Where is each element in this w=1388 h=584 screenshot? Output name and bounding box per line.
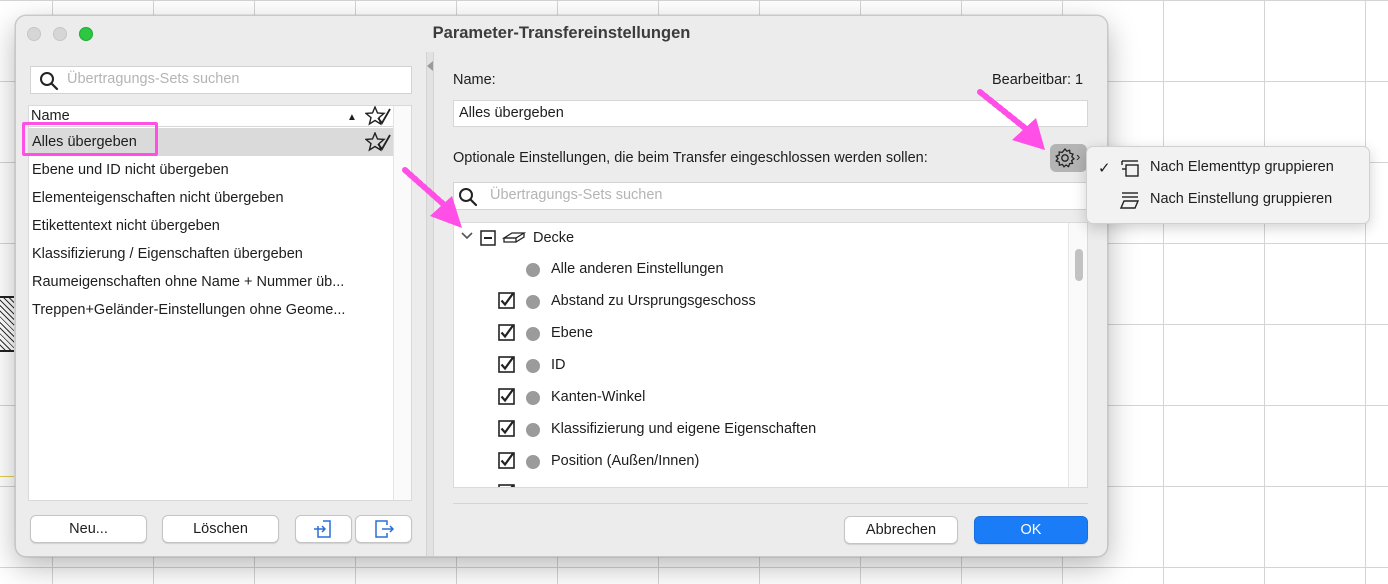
checked-checkbox-icon[interactable] bbox=[498, 484, 515, 488]
list-item-label: Klassifizierung / Eigenschaften übergebe… bbox=[32, 246, 303, 262]
search-icon bbox=[40, 72, 59, 91]
list-item-label: Raumeigenschaften ohne Name + Nummer üb.… bbox=[32, 274, 345, 290]
settings-search-input[interactable]: Übertragungs-Sets suchen bbox=[453, 182, 1088, 210]
list-item[interactable]: Klassifizierung / Eigenschaften übergebe… bbox=[29, 240, 393, 268]
new-set-button[interactable]: Neu... bbox=[30, 515, 147, 543]
list-scrollbar[interactable] bbox=[393, 106, 411, 500]
list-item-label: Etikettentext nicht übergeben bbox=[32, 218, 220, 234]
checked-checkbox-icon[interactable] bbox=[498, 388, 515, 405]
tree-item[interactable]: Position (Außen/Innen) bbox=[454, 446, 1066, 476]
status-dot bbox=[526, 327, 540, 341]
menu-item-label: Nach Elementtyp gruppieren bbox=[1150, 159, 1334, 175]
list-item-label: Elementeigenschaften nicht übergeben bbox=[32, 190, 284, 206]
chevron-right-icon: › bbox=[1076, 149, 1081, 164]
checkmark-icon: ✓ bbox=[1098, 160, 1111, 177]
checked-checkbox-icon[interactable] bbox=[498, 420, 515, 437]
cancel-button[interactable]: Abbrechen bbox=[844, 516, 958, 544]
list-item-label: Ebene und ID nicht übergeben bbox=[32, 162, 229, 178]
favorite-star-check-icon[interactable] bbox=[365, 132, 391, 152]
footer-divider bbox=[453, 503, 1088, 504]
collapse-arrow-icon[interactable] bbox=[427, 61, 433, 71]
slab-icon bbox=[502, 232, 526, 243]
list-item[interactable]: Etikettentext nicht übergeben bbox=[29, 212, 393, 240]
ok-button[interactable]: OK bbox=[974, 516, 1088, 544]
title-bar[interactable]: Parameter-Transfereinstellungen bbox=[16, 16, 1107, 52]
menu-item-group-by-setting[interactable]: Nach Einstellung gruppieren bbox=[1087, 185, 1371, 215]
search-placeholder: Übertragungs-Sets suchen bbox=[67, 71, 240, 87]
tree-item-label: ID bbox=[551, 357, 566, 373]
status-dot bbox=[526, 423, 540, 437]
transfer-settings-dialog: Parameter-Transfereinstellungen Übertrag… bbox=[15, 15, 1108, 557]
checked-checkbox-icon[interactable] bbox=[498, 324, 515, 341]
import-icon bbox=[313, 520, 331, 538]
list-item[interactable]: Elementeigenschaften nicht übergeben bbox=[29, 184, 393, 212]
status-dot bbox=[526, 391, 540, 405]
tree-item[interactable]: Klassifizierung und eigene Eigenschaften bbox=[454, 414, 1066, 444]
checked-checkbox-icon[interactable] bbox=[498, 292, 515, 309]
pane-splitter[interactable] bbox=[426, 52, 434, 556]
name-label: Name: bbox=[453, 72, 496, 88]
tree-item[interactable]: Kanten-Winkel bbox=[454, 382, 1066, 412]
favorite-star-check-icon[interactable] bbox=[365, 106, 391, 126]
tree-item-label: Abstand zu Ursprungsgeschoss bbox=[551, 293, 756, 309]
status-dot bbox=[526, 455, 540, 469]
status-dot bbox=[526, 295, 540, 309]
export-button[interactable] bbox=[355, 515, 412, 543]
chevron-down-icon[interactable] bbox=[460, 229, 474, 243]
sort-ascending-icon[interactable]: ▲ bbox=[347, 112, 357, 123]
element-type-group-icon bbox=[1121, 160, 1139, 177]
tree-item[interactable]: ID bbox=[454, 350, 1066, 380]
tree-item[interactable]: Abstand zu Ursprungsgeschoss bbox=[454, 286, 1066, 316]
grouping-options-button[interactable]: › bbox=[1050, 144, 1087, 172]
tree-item-partial[interactable] bbox=[454, 478, 1066, 488]
column-header-name[interactable]: Name bbox=[31, 108, 70, 124]
tree-item-label: Klassifizierung und eigene Eigenschaften bbox=[551, 421, 817, 437]
list-item[interactable]: Ebene und ID nicht übergeben bbox=[29, 156, 393, 184]
search-icon bbox=[459, 188, 478, 207]
transfer-sets-list: Name ▲ Alles übergeben Ebene und ID nich… bbox=[28, 105, 412, 501]
tree-scrollbar[interactable] bbox=[1068, 223, 1087, 487]
list-item-label: Alles übergeben bbox=[32, 134, 137, 150]
list-item[interactable]: Raumeigenschaften ohne Name + Nummer üb.… bbox=[29, 268, 393, 296]
status-dot bbox=[526, 487, 540, 488]
menu-item-group-by-element-type[interactable]: ✓ Nach Elementtyp gruppieren bbox=[1087, 153, 1371, 183]
editable-count-label: Bearbeitbar: 1 bbox=[992, 72, 1084, 88]
tree-item-label: Kanten-Winkel bbox=[551, 389, 646, 405]
tree-item-label: Ebene bbox=[551, 325, 593, 341]
settings-tree: Decke Alle anderen Einstellungen Abstand… bbox=[453, 222, 1088, 488]
list-item[interactable]: Treppen+Geländer-Einstellungen ohne Geom… bbox=[29, 296, 393, 324]
list-header: Name ▲ bbox=[29, 106, 393, 127]
grouping-menu: ✓ Nach Elementtyp gruppieren Nach Einste… bbox=[1086, 146, 1370, 224]
menu-item-label: Nach Einstellung gruppieren bbox=[1150, 191, 1333, 207]
window-title: Parameter-Transfereinstellungen bbox=[432, 24, 691, 42]
tree-group-slab[interactable]: Decke bbox=[454, 223, 1066, 253]
set-name-input[interactable]: Alles übergeben bbox=[453, 100, 1088, 127]
background-drawing-fragment bbox=[0, 296, 14, 352]
mixed-checkbox-icon[interactable] bbox=[480, 230, 496, 246]
tree-group-label: Decke bbox=[533, 230, 575, 246]
tree-item[interactable]: Ebene bbox=[454, 318, 1066, 348]
gear-icon bbox=[1055, 147, 1076, 168]
optional-settings-label: Optionale Einstellungen, die beim Transf… bbox=[453, 150, 928, 166]
sets-search-input[interactable]: Übertragungs-Sets suchen bbox=[30, 66, 412, 94]
export-icon bbox=[374, 520, 394, 538]
tree-item-label: Position (Außen/Innen) bbox=[551, 453, 700, 469]
tree-item[interactable]: Alle anderen Einstellungen bbox=[454, 254, 1066, 284]
tree-scrollbar-thumb[interactable] bbox=[1075, 249, 1083, 281]
import-button[interactable] bbox=[295, 515, 352, 543]
list-item[interactable]: Alles übergeben bbox=[29, 128, 393, 156]
delete-set-button[interactable]: Löschen bbox=[162, 515, 279, 543]
setting-group-icon bbox=[1120, 192, 1140, 209]
status-dot bbox=[526, 263, 540, 277]
checked-checkbox-icon[interactable] bbox=[498, 452, 515, 469]
background-line bbox=[0, 476, 14, 477]
list-item-label: Treppen+Geländer-Einstellungen ohne Geom… bbox=[32, 302, 346, 318]
checked-checkbox-icon[interactable] bbox=[498, 356, 515, 373]
search-placeholder: Übertragungs-Sets suchen bbox=[490, 187, 663, 203]
status-dot bbox=[526, 359, 540, 373]
tree-item-label: Alle anderen Einstellungen bbox=[551, 261, 724, 277]
